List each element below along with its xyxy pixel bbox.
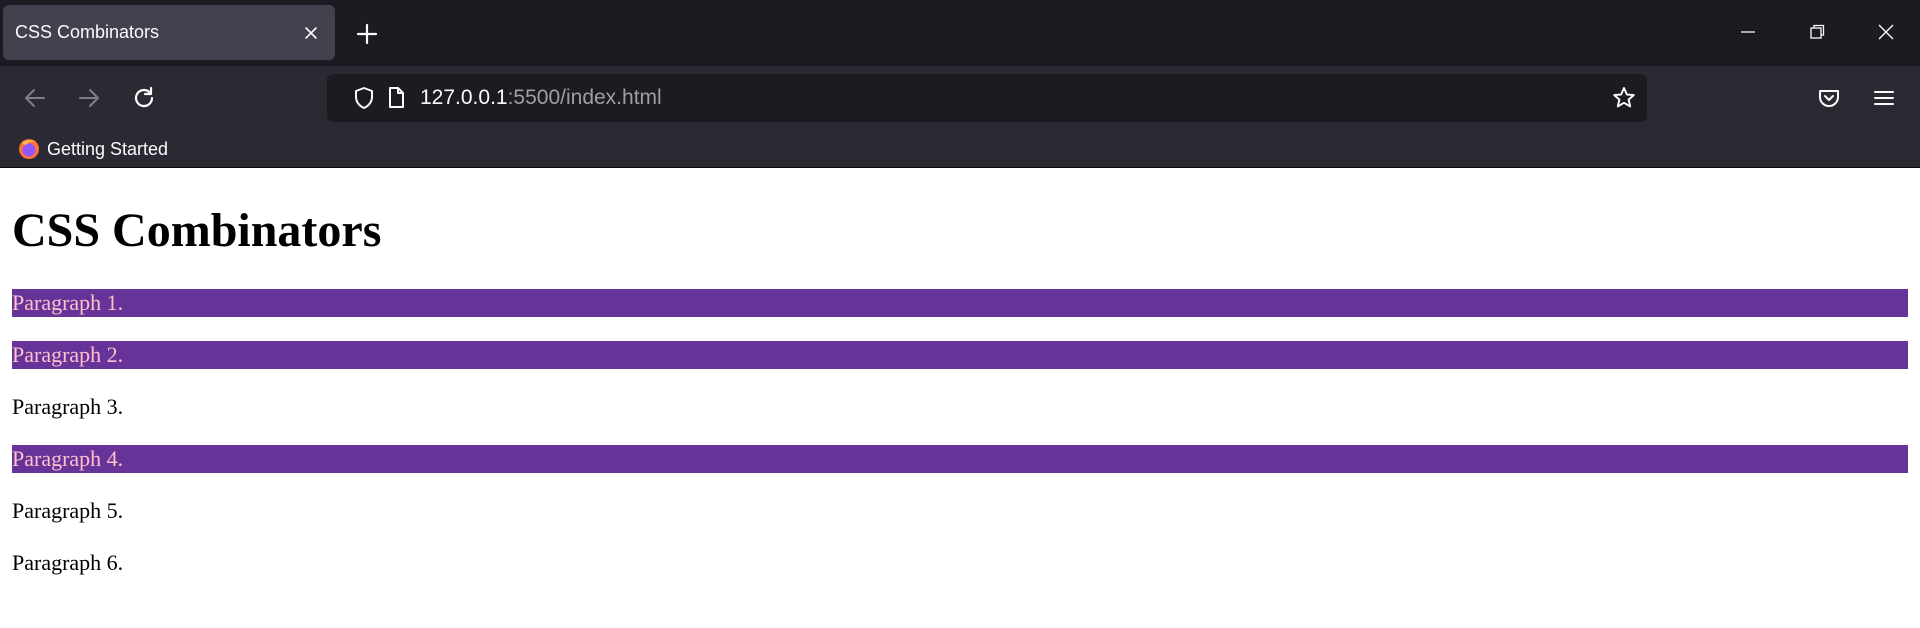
url-text[interactable]: 127.0.0.1:5500/index.html bbox=[420, 74, 662, 122]
tab-strip: CSS Combinators bbox=[0, 0, 1920, 66]
minimize-icon[interactable] bbox=[1738, 22, 1758, 42]
nav-toolbar: 127.0.0.1:5500/index.html bbox=[0, 66, 1920, 130]
firefox-icon bbox=[19, 139, 39, 159]
restore-icon[interactable] bbox=[1807, 22, 1827, 42]
page-content: CSS Combinators Paragraph 1. Paragraph 2… bbox=[0, 169, 1920, 628]
bookmark-label: Getting Started bbox=[47, 138, 169, 159]
url-bar[interactable]: 127.0.0.1:5500/index.html bbox=[327, 74, 1647, 122]
bookmarks-toolbar: Getting Started bbox=[0, 130, 1920, 168]
forward-arrow-icon[interactable] bbox=[76, 85, 102, 111]
pocket-icon[interactable] bbox=[1816, 85, 1842, 111]
plus-icon[interactable] bbox=[355, 22, 379, 46]
url-path: :5500/index.html bbox=[507, 86, 662, 109]
paragraph-3: Paragraph 3. bbox=[12, 394, 124, 419]
shield-icon[interactable] bbox=[351, 85, 377, 111]
menu-icon[interactable] bbox=[1871, 85, 1897, 111]
back-arrow-icon[interactable] bbox=[22, 85, 48, 111]
paragraph-6: Paragraph 6. bbox=[12, 550, 124, 575]
page-icon bbox=[389, 87, 404, 108]
window-close-icon[interactable] bbox=[1876, 22, 1896, 42]
page-title: CSS Combinators bbox=[12, 204, 382, 257]
paragraph-5: Paragraph 5. bbox=[12, 498, 124, 523]
paragraph-1: Paragraph 1. bbox=[12, 289, 1908, 317]
paragraph-4: Paragraph 4. bbox=[12, 445, 1908, 473]
browser-tab[interactable]: CSS Combinators bbox=[3, 5, 335, 60]
paragraph-2: Paragraph 2. bbox=[12, 341, 1908, 369]
star-icon[interactable] bbox=[1611, 85, 1637, 111]
close-icon[interactable] bbox=[303, 25, 319, 41]
bookmark-getting-started[interactable]: Getting Started bbox=[17, 135, 168, 163]
reload-icon[interactable] bbox=[131, 85, 157, 111]
url-host: 127.0.0.1 bbox=[420, 86, 508, 109]
tab-title: CSS Combinators bbox=[15, 22, 160, 42]
